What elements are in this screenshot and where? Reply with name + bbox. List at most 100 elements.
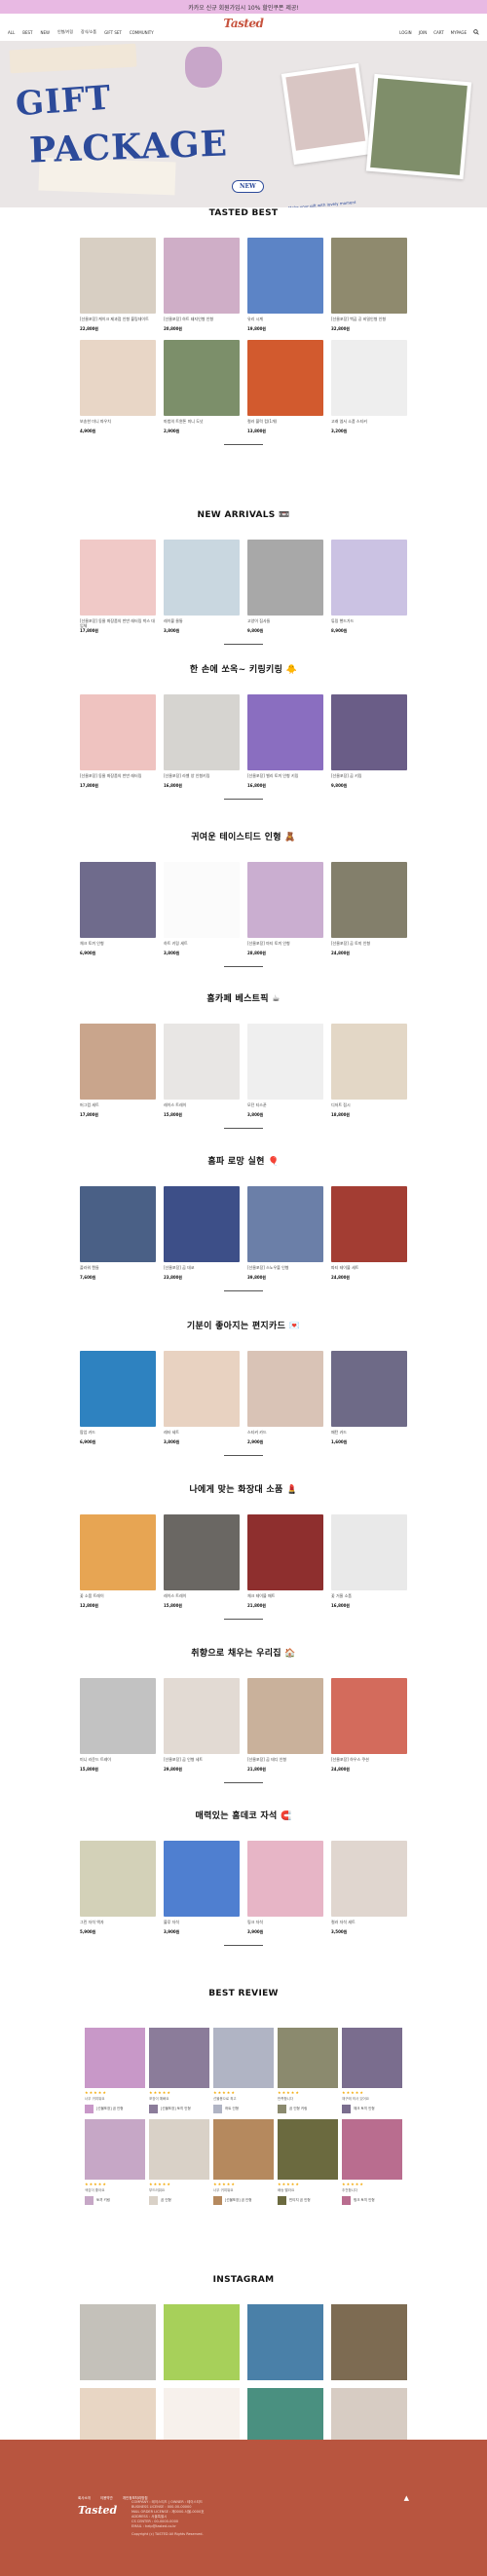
product-name[interactable]: [선물포장] 곰 키링 (331, 773, 407, 783)
instagram-post[interactable] (80, 2304, 156, 2380)
product-name[interactable]: 미니 라운드 트레이 (80, 1757, 156, 1767)
product-image[interactable] (247, 862, 323, 938)
product-name[interactable]: [선물포장] 마티 토끼 인형 (247, 941, 323, 951)
product-card[interactable]: 파티 테이블 세트 24,800원 (331, 1186, 407, 1281)
product-name[interactable]: [선물포장] 곰 토끼 인형 (331, 941, 407, 951)
product-card[interactable]: [선물포장] 벨리 토끼 인형 키링 16,800원 (247, 694, 323, 789)
nav-item-new[interactable]: NEW (40, 30, 49, 35)
product-card[interactable]: 머그컵 세트 17,800원 (80, 1024, 156, 1118)
product-name[interactable]: 레이스 트레이 (164, 1102, 240, 1112)
review-card[interactable]: ★★★★★ 부드러워요 곰 인형 (149, 2119, 209, 2205)
product-card[interactable]: 플라워 캔들 7,600원 (80, 1186, 156, 1281)
product-card[interactable]: [선물포장] 곰 인형 세트 29,800원 (164, 1678, 240, 1773)
product-image[interactable] (331, 1841, 407, 1917)
review-product[interactable]: [선물포장] 곰 인형 (213, 2196, 274, 2205)
review-product[interactable]: 체크 토끼 인형 (342, 2105, 402, 2113)
review-card[interactable]: ★★★★★ 선물용으로 최고 하트 인형 (213, 2028, 274, 2113)
product-card[interactable]: [선물포장] 라벨 양 인형키링 16,800원 (164, 694, 240, 789)
review-photo[interactable] (278, 2028, 338, 2088)
product-image[interactable] (331, 340, 407, 416)
product-card[interactable]: [선물포장] 마티 토끼 인형 28,800원 (247, 862, 323, 956)
scroll-top-button[interactable]: ▲ (404, 2494, 409, 2502)
product-name[interactable]: [선물포장] 벨리 토끼 인형 키링 (247, 773, 323, 783)
product-image[interactable] (247, 1514, 323, 1590)
login-link[interactable]: LOGIN (399, 30, 412, 35)
product-card[interactable]: 꽃 거울 소품 16,800원 (331, 1514, 407, 1609)
product-card[interactable]: 꽃 소품 트레이 12,800원 (80, 1514, 156, 1609)
review-photo[interactable] (213, 2028, 274, 2088)
product-image[interactable] (164, 1841, 240, 1917)
product-image[interactable] (247, 1678, 323, 1754)
product-name[interactable]: 스티커 카드 (247, 1430, 323, 1439)
product-card[interactable]: 유리 시계 19,800원 (247, 238, 323, 332)
nav-item-deco[interactable]: 장식/소품 (81, 29, 96, 35)
product-card[interactable]: 고래 엽서 소품 스티커 3,200원 (331, 340, 407, 434)
product-card[interactable]: 핑크 자석 3,900원 (247, 1841, 323, 1935)
product-name[interactable]: 꽃 거울 소품 (331, 1593, 407, 1603)
footer-link-terms[interactable]: 이용약관 (100, 2496, 113, 2501)
product-name[interactable]: 튜링 핸드가드 (331, 618, 407, 628)
product-name[interactable]: 꽃 소품 트레이 (80, 1593, 156, 1603)
product-name[interactable]: 디저트 접시 (331, 1102, 407, 1112)
product-card[interactable]: 컬러 자석 세트 3,500원 (331, 1841, 407, 1935)
product-image[interactable] (80, 694, 156, 770)
review-product[interactable]: 빈티지 곰 인형 (278, 2196, 338, 2205)
product-name[interactable]: 레이블 물통 (164, 618, 240, 628)
review-photo[interactable] (149, 2028, 209, 2088)
instagram-post[interactable] (331, 2304, 407, 2380)
product-image[interactable] (80, 1186, 156, 1262)
product-card[interactable]: 블루 자석 3,900원 (164, 1841, 240, 1935)
review-card[interactable]: ★★★★★ 너무 귀여워요 [선물포장] 곰 인형 (85, 2028, 145, 2113)
product-image[interactable] (164, 540, 240, 616)
product-card[interactable]: 하트 키링 세트 3,800원 (164, 862, 240, 956)
review-photo[interactable] (213, 2119, 274, 2180)
footer-link-about[interactable]: 회사소개 (78, 2496, 91, 2501)
product-card[interactable]: 마법의 트윈톤 미니 도넛 2,900원 (164, 340, 240, 434)
product-image[interactable] (164, 694, 240, 770)
review-photo[interactable] (149, 2119, 209, 2180)
product-card[interactable]: [선물포장] 케이크 제과점 인형 블링데이트 22,800원 (80, 238, 156, 332)
cart-link[interactable]: CART (433, 30, 443, 35)
product-card[interactable]: 스티커 카드 2,900원 (247, 1351, 323, 1445)
review-photo[interactable] (278, 2119, 338, 2180)
search-icon[interactable] (473, 29, 479, 35)
mypage-link[interactable]: MYPAGE (451, 30, 467, 35)
product-image[interactable] (331, 1514, 407, 1590)
product-name[interactable]: [선물포장] 하트 돼지인형 인형 (164, 317, 240, 326)
product-card[interactable]: 그린 자석 액자 5,900원 (80, 1841, 156, 1935)
product-card[interactable]: 레이스 트레이 15,800원 (164, 1514, 240, 1609)
product-name[interactable]: 블루 자석 (164, 1920, 240, 1929)
review-product[interactable]: 하트 인형 (213, 2105, 274, 2113)
product-image[interactable] (247, 238, 323, 314)
product-name[interactable]: 레터 세트 (164, 1430, 240, 1439)
product-name[interactable]: 핑크 자석 (247, 1920, 323, 1929)
product-card[interactable]: [선물포장] 동물 화장품의 반반 레터링 17,800원 (80, 694, 156, 789)
product-name[interactable]: 팝업 카드 (80, 1430, 156, 1439)
product-image[interactable] (247, 1186, 323, 1262)
product-image[interactable] (331, 1024, 407, 1100)
product-image[interactable] (80, 1514, 156, 1590)
review-photo[interactable] (85, 2119, 145, 2180)
review-card[interactable]: ★★★★★ 포장이 예뻐요 [선물포장] 토끼 인형 (149, 2028, 209, 2113)
product-image[interactable] (80, 1678, 156, 1754)
product-name[interactable]: 머그컵 세트 (80, 1102, 156, 1112)
product-card[interactable]: [선물포장] 백곰 공 비밀인형 인형 32,800원 (331, 238, 407, 332)
product-card[interactable]: 미니 라운드 트레이 15,800원 (80, 1678, 156, 1773)
product-name[interactable]: 패턴 카드 (331, 1430, 407, 1439)
product-name[interactable]: 컬러 자석 세트 (331, 1920, 407, 1929)
product-name[interactable]: 모던 티스푼 (247, 1102, 323, 1112)
review-card[interactable]: ★★★★★ 추천합니다 핑크 토끼 인형 (342, 2119, 402, 2205)
product-image[interactable] (80, 862, 156, 938)
review-photo[interactable] (342, 2028, 402, 2088)
instagram-post[interactable] (247, 2304, 323, 2380)
nav-item-giftset[interactable]: GIFT SET (104, 30, 122, 35)
product-image[interactable] (164, 862, 240, 938)
nav-item-all[interactable]: ALL (8, 30, 15, 35)
review-photo[interactable] (85, 2028, 145, 2088)
product-card[interactable]: 모던 티스푼 3,800원 (247, 1024, 323, 1118)
review-card[interactable]: ★★★★★ 너무 귀여워요 [선물포장] 곰 인형 (213, 2119, 274, 2205)
product-image[interactable] (164, 1678, 240, 1754)
product-image[interactable] (164, 1351, 240, 1427)
product-card[interactable]: [선물포장] 동물 화장품의 반반 레터링 박스 대 입체 17,800원 (80, 540, 156, 634)
product-name[interactable]: 레이스 트레이 (164, 1593, 240, 1603)
